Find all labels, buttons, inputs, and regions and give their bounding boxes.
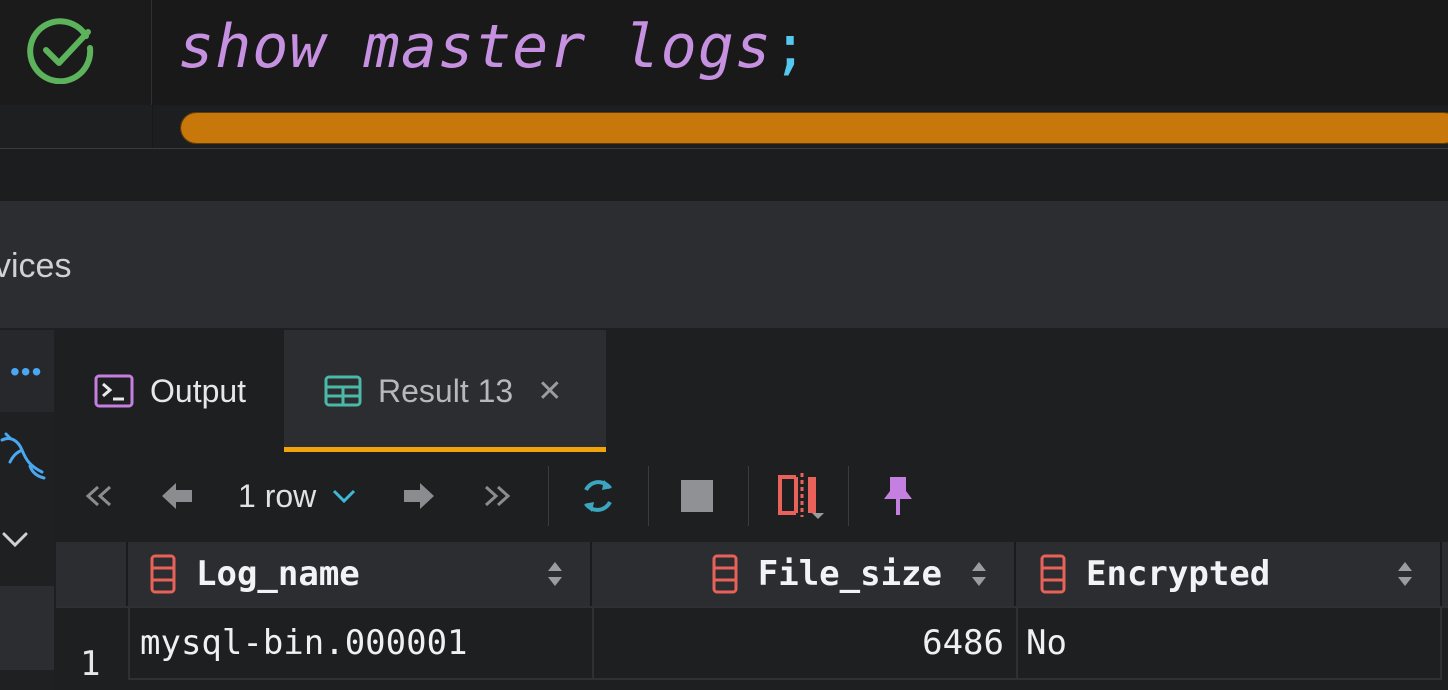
toolbar-separator xyxy=(648,466,649,526)
column-header-encrypted[interactable]: Encrypted xyxy=(1018,542,1442,606)
tab-result-label: Result 13 xyxy=(378,372,514,409)
sql-text: show master logs xyxy=(178,12,772,82)
result-grid: Log_name File_size Encrypted 1 mysql-bin… xyxy=(56,542,1448,690)
sql-editor[interactable]: show master logs; xyxy=(0,0,1448,148)
tab-output-label: Output xyxy=(150,372,247,409)
grid-header: Log_name File_size Encrypted xyxy=(56,542,1448,606)
sort-icon[interactable] xyxy=(546,560,564,588)
check-circle-icon xyxy=(27,18,94,84)
cell-encrypted[interactable]: No xyxy=(1016,608,1442,680)
row-number-header xyxy=(56,542,128,606)
arrow-right-icon xyxy=(404,483,434,509)
terminal-icon xyxy=(94,374,134,408)
arrow-left-icon xyxy=(162,483,192,509)
refresh-icon xyxy=(584,480,612,512)
toolbar-separator xyxy=(548,466,549,526)
sql-statement[interactable]: show master logs; xyxy=(178,12,809,82)
column-header-file-size[interactable]: File_size xyxy=(594,542,1016,606)
row-number: 1 xyxy=(80,644,101,684)
table-icon xyxy=(324,375,362,407)
column-icon xyxy=(1040,554,1066,594)
last-page-button[interactable] xyxy=(482,452,512,540)
pin-tab-button[interactable] xyxy=(882,452,914,540)
row-count-dropdown[interactable]: 1 row xyxy=(238,452,356,540)
cell-file-size[interactable]: 6486 xyxy=(592,608,1018,680)
execution-progress-bar xyxy=(180,112,1448,144)
tab-result-13[interactable]: Result 13 ✕ xyxy=(284,330,606,452)
results-tabs: Output Result 13 ✕ xyxy=(56,330,1448,452)
cell-log-name[interactable]: mysql-bin.000001 xyxy=(128,608,594,680)
column-name: Encrypted xyxy=(1086,554,1271,594)
mysql-dolphin-icon[interactable] xyxy=(0,432,46,482)
progress-fill xyxy=(181,113,1448,143)
row-count-label: 1 row xyxy=(238,477,317,514)
prev-page-button[interactable] xyxy=(160,452,194,540)
side-selected-row[interactable] xyxy=(0,586,54,670)
table-row[interactable]: 1 mysql-bin.000001 6486 No xyxy=(56,606,1448,690)
double-chevron-left-icon xyxy=(85,485,112,507)
services-title: vices xyxy=(0,247,72,285)
toolbar-separator xyxy=(848,466,849,526)
column-name: Log_name xyxy=(196,554,360,594)
chevron-down-icon xyxy=(333,489,356,504)
services-header: vices xyxy=(0,201,1448,328)
result-toolbar: 1 row xyxy=(56,452,1448,540)
column-header-log-name[interactable]: Log_name xyxy=(130,542,592,606)
pin-icon xyxy=(884,477,912,515)
compare-icon xyxy=(778,473,824,519)
compare-button[interactable] xyxy=(778,452,828,540)
stop-icon xyxy=(681,480,713,512)
editor-footer xyxy=(0,149,1448,201)
chevron-down-icon[interactable] xyxy=(2,530,28,550)
stop-button[interactable] xyxy=(680,452,714,540)
column-icon xyxy=(712,554,738,594)
next-page-button[interactable] xyxy=(402,452,436,540)
column-icon xyxy=(150,554,176,594)
tab-output[interactable]: Output xyxy=(94,330,246,452)
refresh-button[interactable] xyxy=(578,452,618,540)
more-options-icon[interactable]: ••• xyxy=(10,356,42,388)
sort-icon[interactable] xyxy=(970,560,988,588)
double-chevron-right-icon xyxy=(484,485,511,507)
close-tab-icon[interactable]: ✕ xyxy=(537,374,562,409)
column-name: File_size xyxy=(757,554,942,594)
side-toolbar: ••• xyxy=(0,330,54,412)
first-page-button[interactable] xyxy=(84,452,114,540)
toolbar-separator xyxy=(748,466,749,526)
services-tree-pane: ••• xyxy=(0,330,54,690)
editor-gutter xyxy=(0,0,152,148)
results-panel: Output Result 13 ✕ 1 row Log_name File_s… xyxy=(56,330,1448,690)
gutter-line xyxy=(0,105,152,148)
sort-icon[interactable] xyxy=(1396,560,1414,588)
sql-semicolon: ; xyxy=(771,12,810,82)
